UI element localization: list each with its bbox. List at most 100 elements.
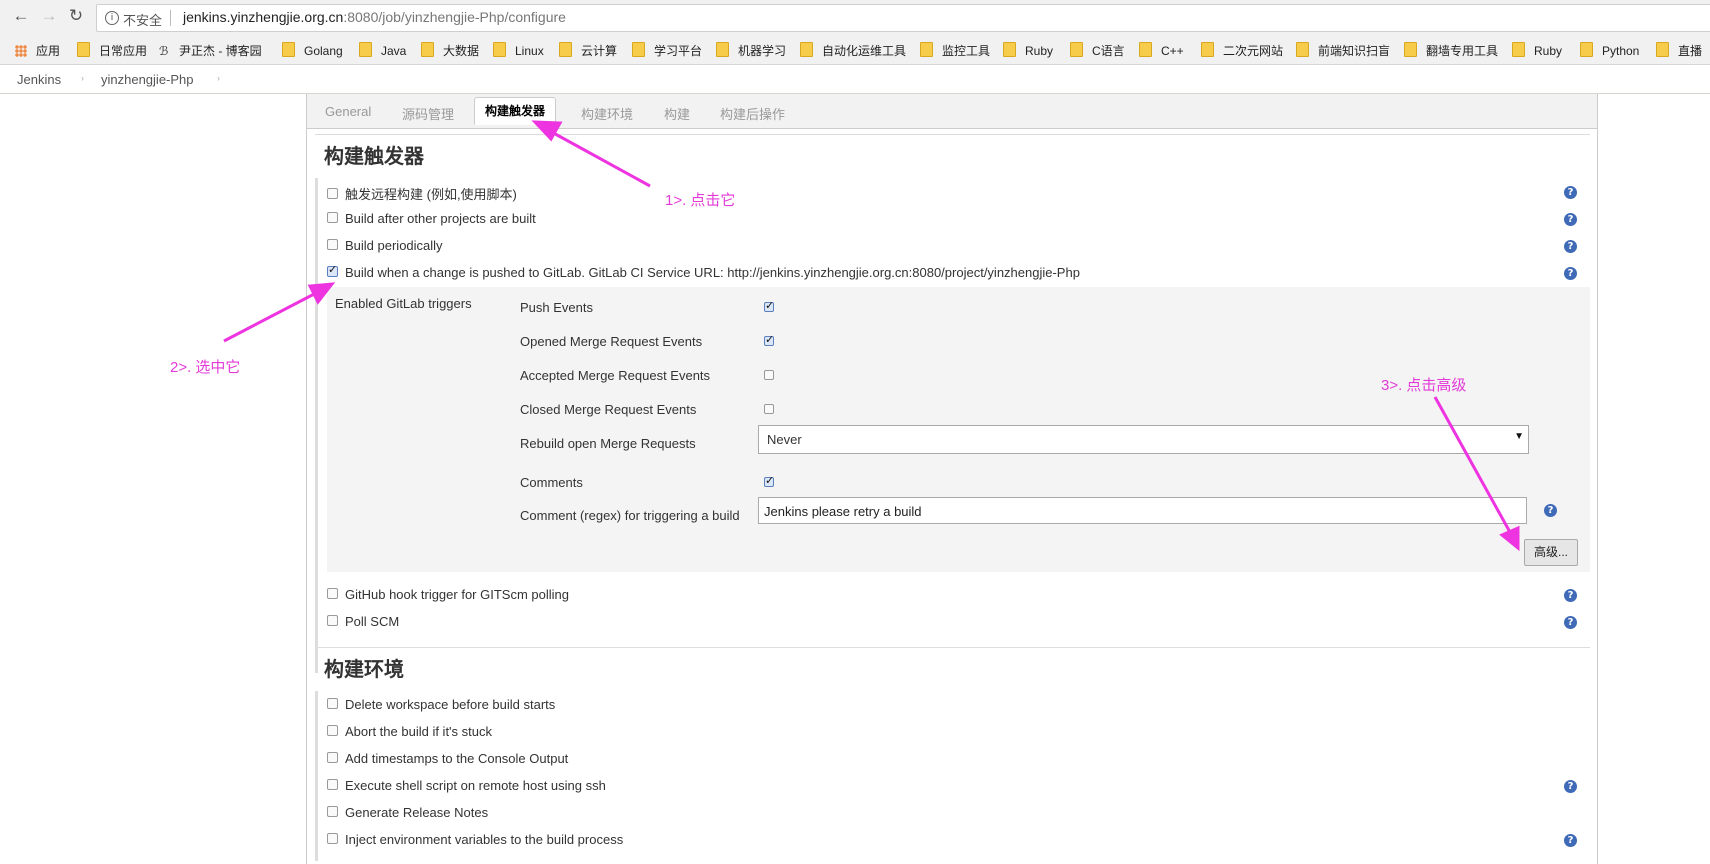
folder-icon: [1139, 42, 1152, 57]
opened-mr-checkbox[interactable]: [764, 333, 774, 346]
checkbox[interactable]: [327, 615, 338, 626]
tab-build-triggers[interactable]: 构建触发器: [474, 97, 557, 125]
help-icon[interactable]: ?: [1544, 504, 1557, 517]
checkbox[interactable]: [327, 779, 338, 790]
config-tabbar: General 源码管理 构建触发器 构建环境 构建 构建后操作: [307, 94, 1597, 129]
closed-mr-label: Closed Merge Request Events: [520, 402, 697, 417]
bookmark-item[interactable]: 二次元网站: [1201, 42, 1283, 59]
push-events-checkbox[interactable]: [764, 299, 774, 312]
checkbox[interactable]: [327, 833, 338, 844]
checkbox[interactable]: [327, 212, 338, 223]
checkbox[interactable]: [327, 188, 338, 199]
url-path: :8080/job/yinzhengjie-Php/configure: [343, 9, 566, 25]
checkbox-checked[interactable]: [327, 263, 338, 277]
divider: [315, 647, 1590, 648]
bookmark-label: Python: [1602, 44, 1640, 58]
bookmark-item[interactable]: Ruby: [1512, 42, 1562, 58]
bookmark-label: 日常应用: [99, 44, 148, 58]
section-indent-bar: [315, 691, 318, 861]
trigger-label: Poll SCM: [345, 614, 400, 629]
rebuild-mr-select[interactable]: Never ▼: [758, 425, 1529, 454]
bookmark-item[interactable]: Java: [359, 42, 406, 58]
checkbox[interactable]: [327, 698, 338, 709]
env-release-notes[interactable]: Generate Release Notes: [327, 805, 488, 820]
env-abort-stuck[interactable]: Abort the build if it's stuck: [327, 724, 492, 739]
checkbox[interactable]: [327, 239, 338, 250]
back-arrow-icon[interactable]: ←: [11, 6, 31, 26]
help-icon[interactable]: ?: [1564, 616, 1577, 629]
forward-arrow-icon[interactable]: →: [39, 6, 59, 26]
help-icon[interactable]: ?: [1564, 186, 1577, 199]
trigger-after-other-projects[interactable]: Build after other projects are built: [327, 211, 536, 226]
bookmark-item[interactable]: 机器学习: [716, 42, 786, 59]
bookmark-item[interactable]: Golang: [282, 42, 343, 58]
help-icon[interactable]: ?: [1564, 589, 1577, 602]
bookmark-item[interactable]: C++: [1139, 42, 1184, 58]
address-bar[interactable]: i 不安全 jenkins.yinzhengjie.org.cn:8080/jo…: [96, 4, 1710, 32]
bookmark-label: 监控工具: [942, 44, 991, 58]
trigger-remote[interactable]: 触发远程构建 (例如,使用脚本): [327, 184, 517, 203]
env-add-timestamps[interactable]: Add timestamps to the Console Output: [327, 751, 568, 766]
checkbox[interactable]: [327, 806, 338, 817]
trigger-label: Build after other projects are built: [345, 211, 536, 226]
tab-post-build[interactable]: 构建后操作: [720, 104, 785, 123]
bookmark-item[interactable]: Linux: [493, 42, 544, 58]
env-inject-variables[interactable]: Inject environment variables to the buil…: [327, 832, 623, 847]
bookmark-item[interactable]: 自动化运维工具: [800, 42, 906, 59]
tab-general[interactable]: General: [325, 104, 371, 119]
checkbox[interactable]: [327, 752, 338, 763]
tab-build[interactable]: 构建: [664, 104, 690, 123]
bookmark-item[interactable]: Ruby: [1003, 42, 1053, 58]
tab-build-environment[interactable]: 构建环境: [581, 104, 633, 123]
bookmark-item[interactable]: 云计算: [559, 42, 617, 59]
breadcrumb-job[interactable]: yinzhengjie-Php: [101, 72, 194, 87]
bookmark-apps[interactable]: 应用: [15, 42, 60, 59]
env-delete-workspace[interactable]: Delete workspace before build starts: [327, 697, 555, 712]
bookmark-item[interactable]: 大数据: [421, 42, 479, 59]
help-icon[interactable]: ?: [1564, 240, 1577, 253]
reload-icon[interactable]: ↻: [66, 6, 86, 26]
folder-icon: [493, 42, 506, 57]
checkbox[interactable]: [327, 588, 338, 599]
bookmark-item[interactable]: 学习平台: [632, 42, 702, 59]
section-title-environment: 构建环境: [324, 659, 404, 681]
trigger-github-hook[interactable]: GitHub hook trigger for GITScm polling: [327, 587, 569, 602]
bookmark-item[interactable]: 翻墙专用工具: [1404, 42, 1498, 59]
trigger-gitlab-push[interactable]: Build when a change is pushed to GitLab.…: [327, 263, 1080, 280]
breadcrumb: Jenkins › yinzhengjie-Php ›: [0, 65, 1710, 94]
bookmark-item[interactable]: 监控工具: [920, 42, 990, 59]
bookmark-item[interactable]: 前端知识扫盲: [1296, 42, 1390, 59]
folder-icon: [1404, 42, 1417, 57]
trigger-periodically[interactable]: Build periodically: [327, 238, 443, 253]
folder-icon: [1580, 42, 1593, 57]
help-icon[interactable]: ?: [1564, 780, 1577, 793]
info-icon[interactable]: i: [105, 11, 119, 25]
bookmark-item[interactable]: C语言: [1070, 42, 1125, 59]
bookmark-item[interactable]: ℬ 尹正杰 - 博客园: [159, 42, 262, 59]
breadcrumb-jenkins[interactable]: Jenkins: [17, 72, 61, 87]
help-icon[interactable]: ?: [1564, 267, 1577, 280]
insecure-label: 不安全: [123, 13, 163, 28]
comment-regex-input[interactable]: Jenkins please retry a build: [758, 497, 1527, 524]
bookmark-label: 大数据: [443, 44, 480, 58]
annotation-step1: 1>. 点击它: [665, 192, 736, 209]
address-separator: [170, 10, 171, 26]
enabled-gitlab-triggers-label: Enabled GitLab triggers: [335, 296, 472, 311]
bookmark-item[interactable]: Python: [1580, 42, 1639, 58]
trigger-label: GitHub hook trigger for GITScm polling: [345, 587, 569, 602]
advanced-button[interactable]: 高级...: [1524, 539, 1578, 566]
accepted-mr-checkbox[interactable]: [764, 370, 774, 380]
bookmark-item[interactable]: 直播: [1656, 42, 1702, 59]
folder-icon: [1512, 42, 1525, 57]
closed-mr-checkbox[interactable]: [764, 404, 774, 414]
comments-checkbox[interactable]: [764, 474, 774, 487]
help-icon[interactable]: ?: [1564, 213, 1577, 226]
trigger-label: Build periodically: [345, 238, 443, 253]
bookmark-item[interactable]: 日常应用: [77, 42, 147, 59]
tab-scm[interactable]: 源码管理: [402, 104, 454, 123]
checkbox[interactable]: [327, 725, 338, 736]
help-icon[interactable]: ?: [1564, 834, 1577, 847]
env-ssh-remote[interactable]: Execute shell script on remote host usin…: [327, 778, 606, 793]
bookmark-label: Ruby: [1534, 44, 1563, 58]
trigger-poll-scm[interactable]: Poll SCM: [327, 614, 399, 629]
